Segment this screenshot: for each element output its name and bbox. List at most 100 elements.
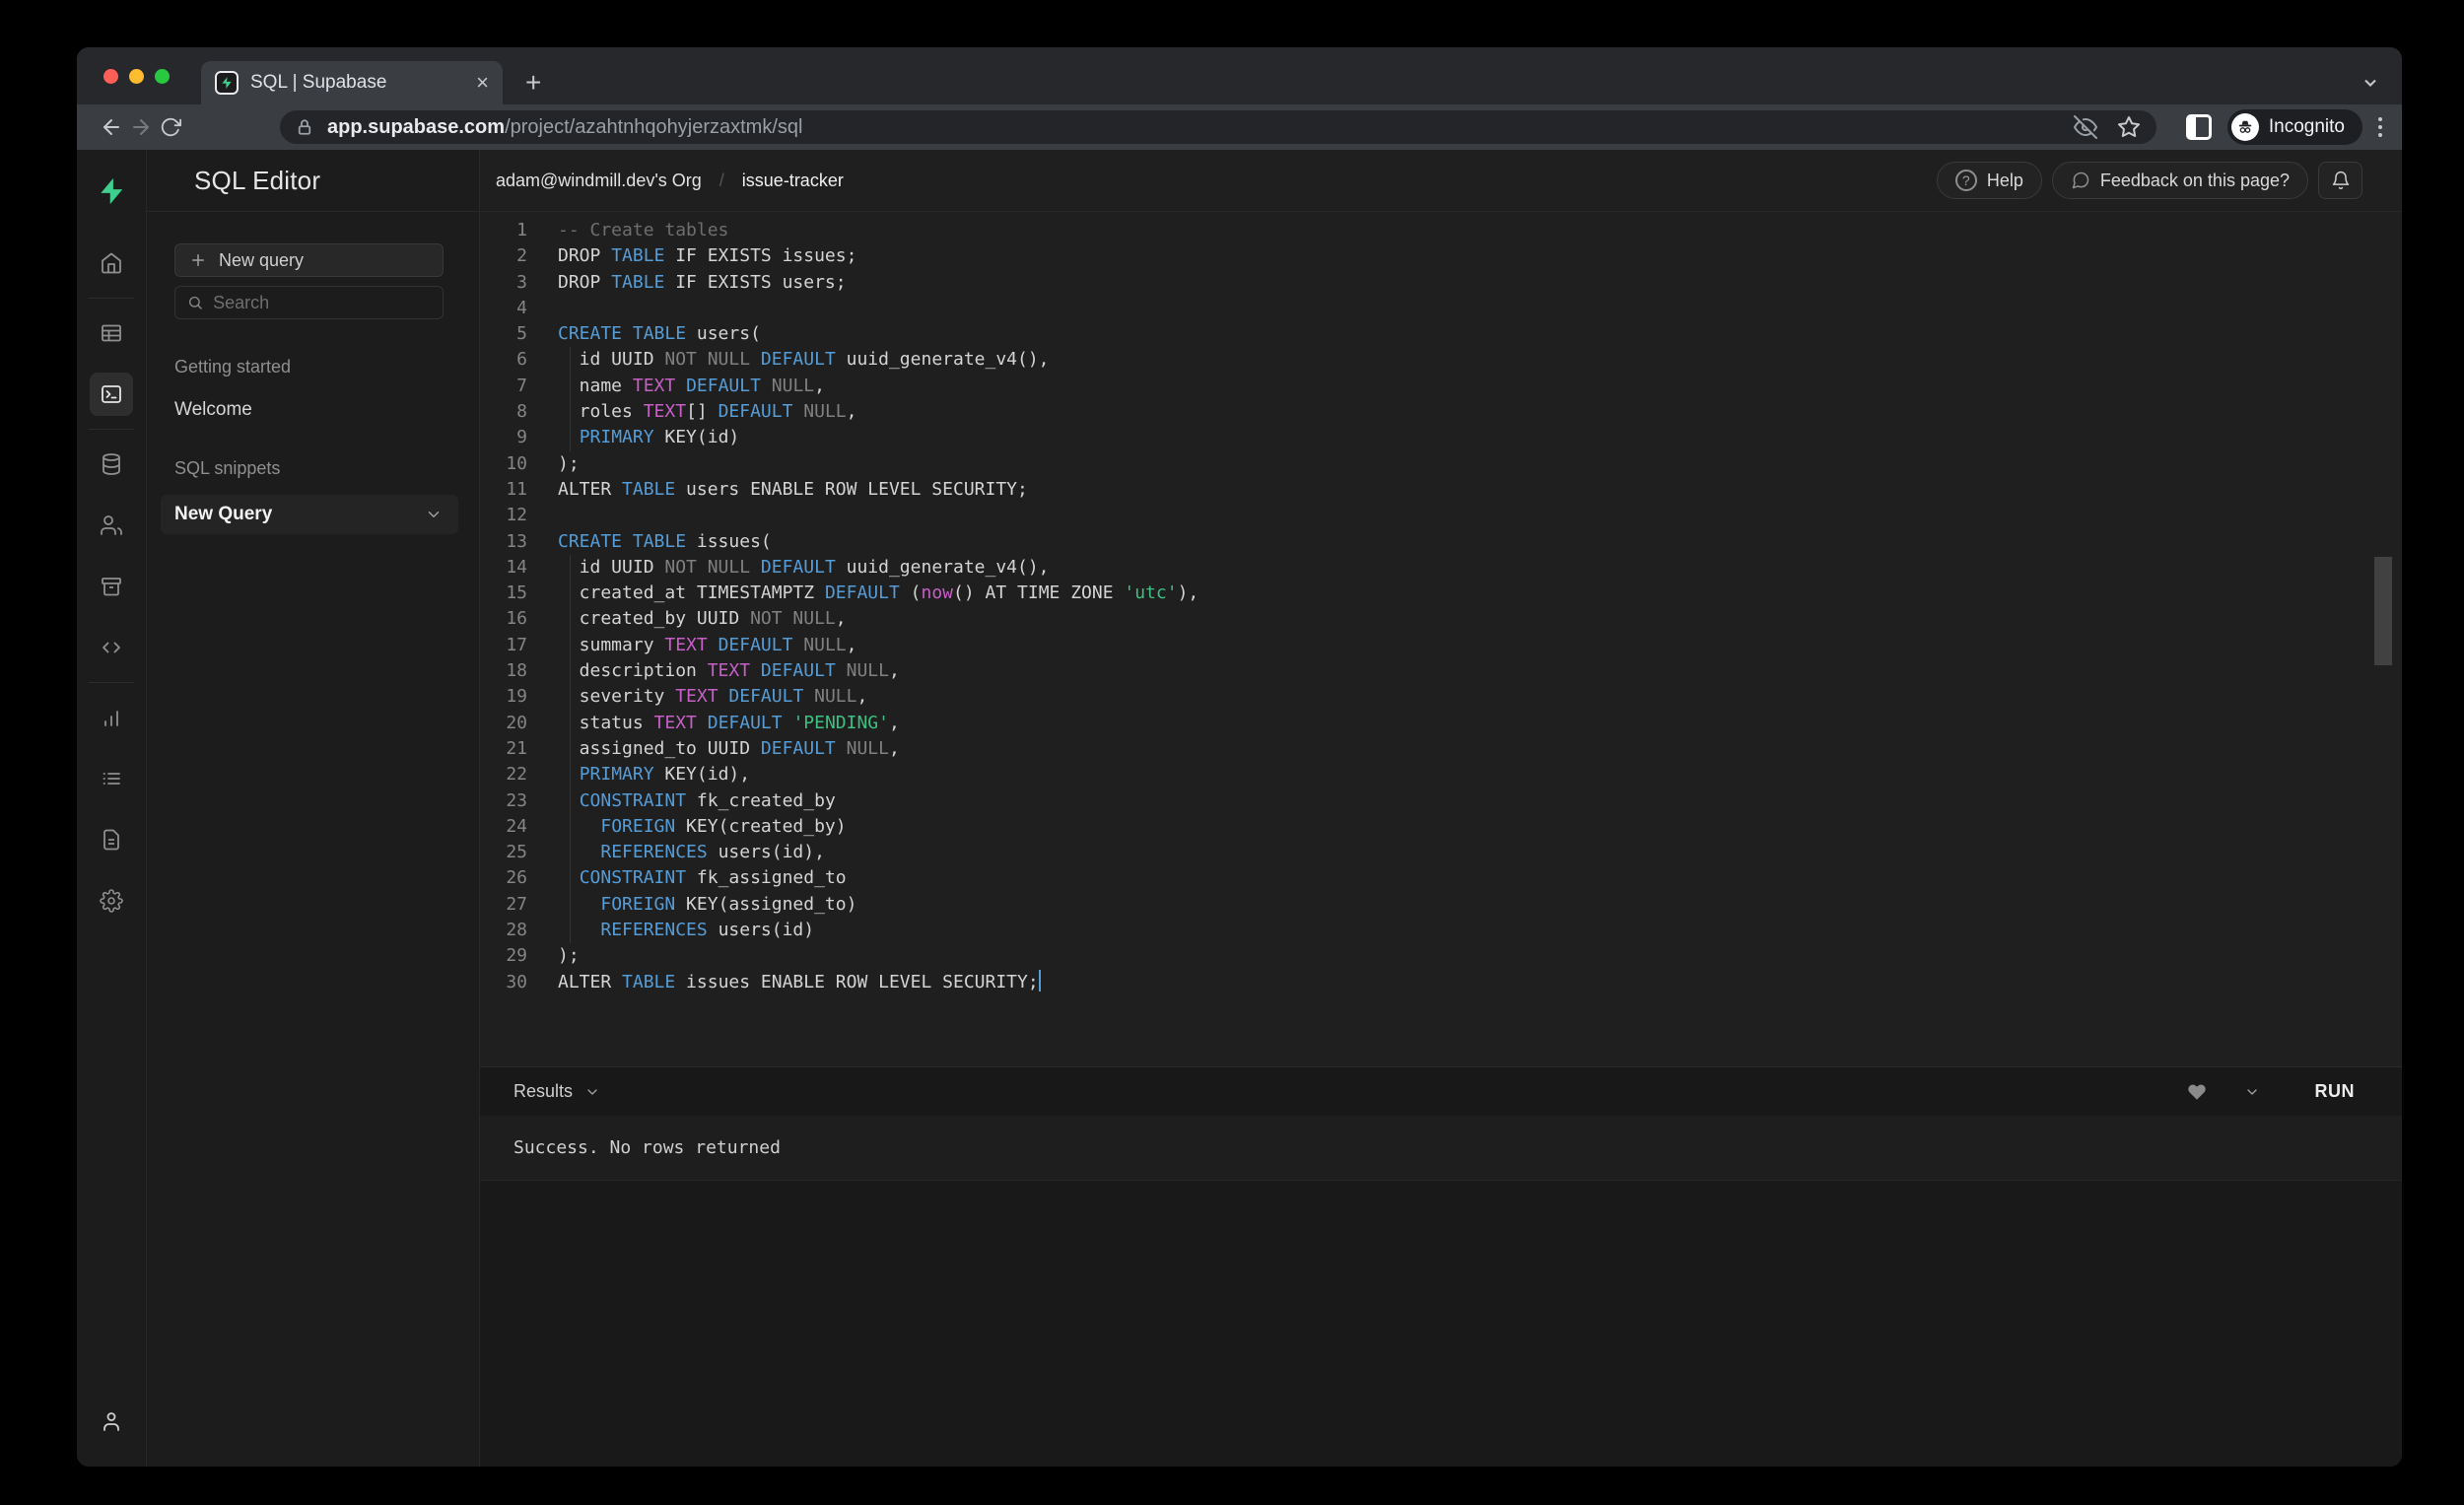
line-text: status TEXT DEFAULT 'PENDING',: [558, 711, 900, 736]
chevron-down-icon[interactable]: [425, 506, 443, 523]
code-line[interactable]: 10);: [480, 451, 2402, 477]
code-line[interactable]: 4: [480, 296, 2402, 321]
question-circle-icon: ?: [1955, 170, 1977, 191]
breadcrumb-project[interactable]: issue-tracker: [742, 171, 844, 191]
sidebar-item-auth[interactable]: [90, 504, 133, 547]
incognito-badge: Incognito: [2227, 109, 2362, 145]
run-options-chevron-icon[interactable]: [2244, 1084, 2260, 1100]
line-number: 24: [480, 814, 527, 840]
supabase-logo-icon[interactable]: [97, 150, 126, 233]
code-line[interactable]: 18 description TEXT DEFAULT NULL,: [480, 658, 2402, 684]
line-number: 4: [480, 296, 527, 321]
code-line[interactable]: 16 created_by UUID NOT NULL,: [480, 606, 2402, 632]
feedback-button[interactable]: Feedback on this page?: [2052, 162, 2308, 199]
code-line[interactable]: 13CREATE TABLE issues(: [480, 529, 2402, 555]
tab-search-chevron-icon[interactable]: [2361, 73, 2380, 93]
code-line[interactable]: 6 id UUID NOT NULL DEFAULT uuid_generate…: [480, 347, 2402, 373]
back-button[interactable]: [97, 115, 126, 139]
sidebar-item-api[interactable]: [90, 626, 133, 669]
code-line[interactable]: 29);: [480, 943, 2402, 969]
forward-button[interactable]: [126, 115, 156, 139]
sql-code-editor[interactable]: 1-- Create tables2DROP TABLE IF EXISTS i…: [480, 212, 2402, 1066]
close-window-button[interactable]: [103, 69, 118, 84]
code-line[interactable]: 7 name TEXT DEFAULT NULL,: [480, 374, 2402, 399]
favorite-heart-icon[interactable]: [2187, 1082, 2207, 1102]
sidebar-item-logs[interactable]: [90, 757, 133, 800]
code-line[interactable]: 12: [480, 503, 2402, 528]
code-line[interactable]: 14 id UUID NOT NULL DEFAULT uuid_generat…: [480, 555, 2402, 581]
code-line[interactable]: 1-- Create tables: [480, 218, 2402, 243]
browser-tab[interactable]: SQL | Supabase ×: [201, 61, 503, 104]
settings-gear-icon: [100, 889, 123, 913]
code-line[interactable]: 5CREATE TABLE users(: [480, 321, 2402, 347]
sidebar-item-database[interactable]: [90, 443, 133, 486]
code-line[interactable]: 25 REFERENCES users(id),: [480, 840, 2402, 865]
line-text: name TEXT DEFAULT NULL,: [558, 374, 825, 399]
auth-users-icon: [100, 513, 123, 537]
run-button[interactable]: RUN: [2315, 1081, 2356, 1102]
code-line[interactable]: 21 assigned_to UUID DEFAULT NULL,: [480, 736, 2402, 762]
code-line[interactable]: 26 CONSTRAINT fk_assigned_to: [480, 865, 2402, 891]
line-number: 23: [480, 788, 527, 814]
snippet-item-new-query[interactable]: New Query: [161, 495, 458, 534]
code-line[interactable]: 15 created_at TIMESTAMPTZ DEFAULT (now()…: [480, 581, 2402, 606]
traffic-lights[interactable]: [103, 69, 170, 84]
sidebar-item-welcome[interactable]: Welcome: [174, 399, 451, 421]
code-line[interactable]: 24 FOREIGN KEY(created_by): [480, 814, 2402, 840]
code-line[interactable]: 20 status TEXT DEFAULT 'PENDING',: [480, 711, 2402, 736]
code-line[interactable]: 19 severity TEXT DEFAULT NULL,: [480, 684, 2402, 710]
rail-divider: [89, 682, 134, 683]
code-line[interactable]: 30ALTER TABLE issues ENABLE ROW LEVEL SE…: [480, 970, 2402, 995]
line-number: 14: [480, 555, 527, 581]
new-tab-button[interactable]: +: [525, 69, 541, 97]
sidebar-item-home[interactable]: [90, 241, 133, 285]
line-text: assigned_to UUID DEFAULT NULL,: [558, 736, 900, 762]
notifications-button[interactable]: [2318, 162, 2362, 199]
line-number: 3: [480, 270, 527, 296]
zoom-window-button[interactable]: [155, 69, 170, 84]
code-line[interactable]: 27 FOREIGN KEY(assigned_to): [480, 892, 2402, 918]
section-label-sql-snippets: SQL snippets: [174, 458, 451, 479]
header-actions: ? Help Feedback on this page?: [1937, 162, 2362, 199]
minimize-window-button[interactable]: [129, 69, 144, 84]
code-line[interactable]: 28 REFERENCES users(id): [480, 918, 2402, 943]
side-panel-icon[interactable]: [2186, 114, 2212, 140]
help-button[interactable]: ? Help: [1937, 162, 2042, 199]
reload-button[interactable]: [156, 116, 185, 138]
code-line[interactable]: 11ALTER TABLE users ENABLE ROW LEVEL SEC…: [480, 477, 2402, 503]
sidebar-item-reports[interactable]: [90, 696, 133, 739]
account-button[interactable]: [90, 1400, 133, 1443]
results-dropdown-label[interactable]: Results: [513, 1081, 573, 1102]
sidebar-item-table-editor[interactable]: [90, 311, 133, 355]
sidebar-item-sql-editor[interactable]: [90, 373, 133, 416]
code-line[interactable]: 8 roles TEXT[] DEFAULT NULL,: [480, 399, 2402, 425]
sidebar-item-storage[interactable]: [90, 565, 133, 608]
breadcrumb-org[interactable]: adam@windmill.dev's Org: [496, 171, 702, 191]
line-number: 8: [480, 399, 527, 425]
code-line[interactable]: 9 PRIMARY KEY(id): [480, 425, 2402, 450]
code-line[interactable]: 17 summary TEXT DEFAULT NULL,: [480, 633, 2402, 658]
code-line[interactable]: 23 CONSTRAINT fk_created_by: [480, 788, 2402, 814]
new-query-button[interactable]: New query: [174, 243, 444, 277]
breadcrumb: adam@windmill.dev's Org / issue-tracker: [496, 171, 844, 191]
results-chevron-icon[interactable]: [584, 1084, 600, 1100]
line-number: 6: [480, 347, 527, 373]
code-line[interactable]: 3DROP TABLE IF EXISTS users;: [480, 270, 2402, 296]
sidebar-item-docs[interactable]: [90, 818, 133, 861]
code-line[interactable]: 2DROP TABLE IF EXISTS issues;: [480, 243, 2402, 269]
eye-off-icon[interactable]: [2074, 115, 2097, 139]
bookmark-star-icon[interactable]: [2117, 115, 2141, 139]
code-line[interactable]: 22 PRIMARY KEY(id),: [480, 762, 2402, 787]
results-toolbar: Results RUN: [480, 1066, 2402, 1116]
url-text: app.supabase.com/project/azahtnhqohyjerz…: [327, 116, 802, 139]
url-bar[interactable]: app.supabase.com/project/azahtnhqohyjerz…: [280, 110, 2156, 144]
tab-close-icon[interactable]: ×: [476, 72, 489, 94]
search-input[interactable]: [213, 293, 431, 313]
sidebar-item-settings[interactable]: [90, 879, 133, 923]
browser-menu-icon[interactable]: [2378, 117, 2382, 137]
tab-strip: SQL | Supabase × +: [77, 47, 2402, 104]
line-text: id UUID NOT NULL DEFAULT uuid_generate_v…: [558, 555, 1050, 581]
line-number: 7: [480, 374, 527, 399]
search-box[interactable]: [174, 286, 444, 319]
editor-scrollbar[interactable]: [2374, 557, 2392, 665]
